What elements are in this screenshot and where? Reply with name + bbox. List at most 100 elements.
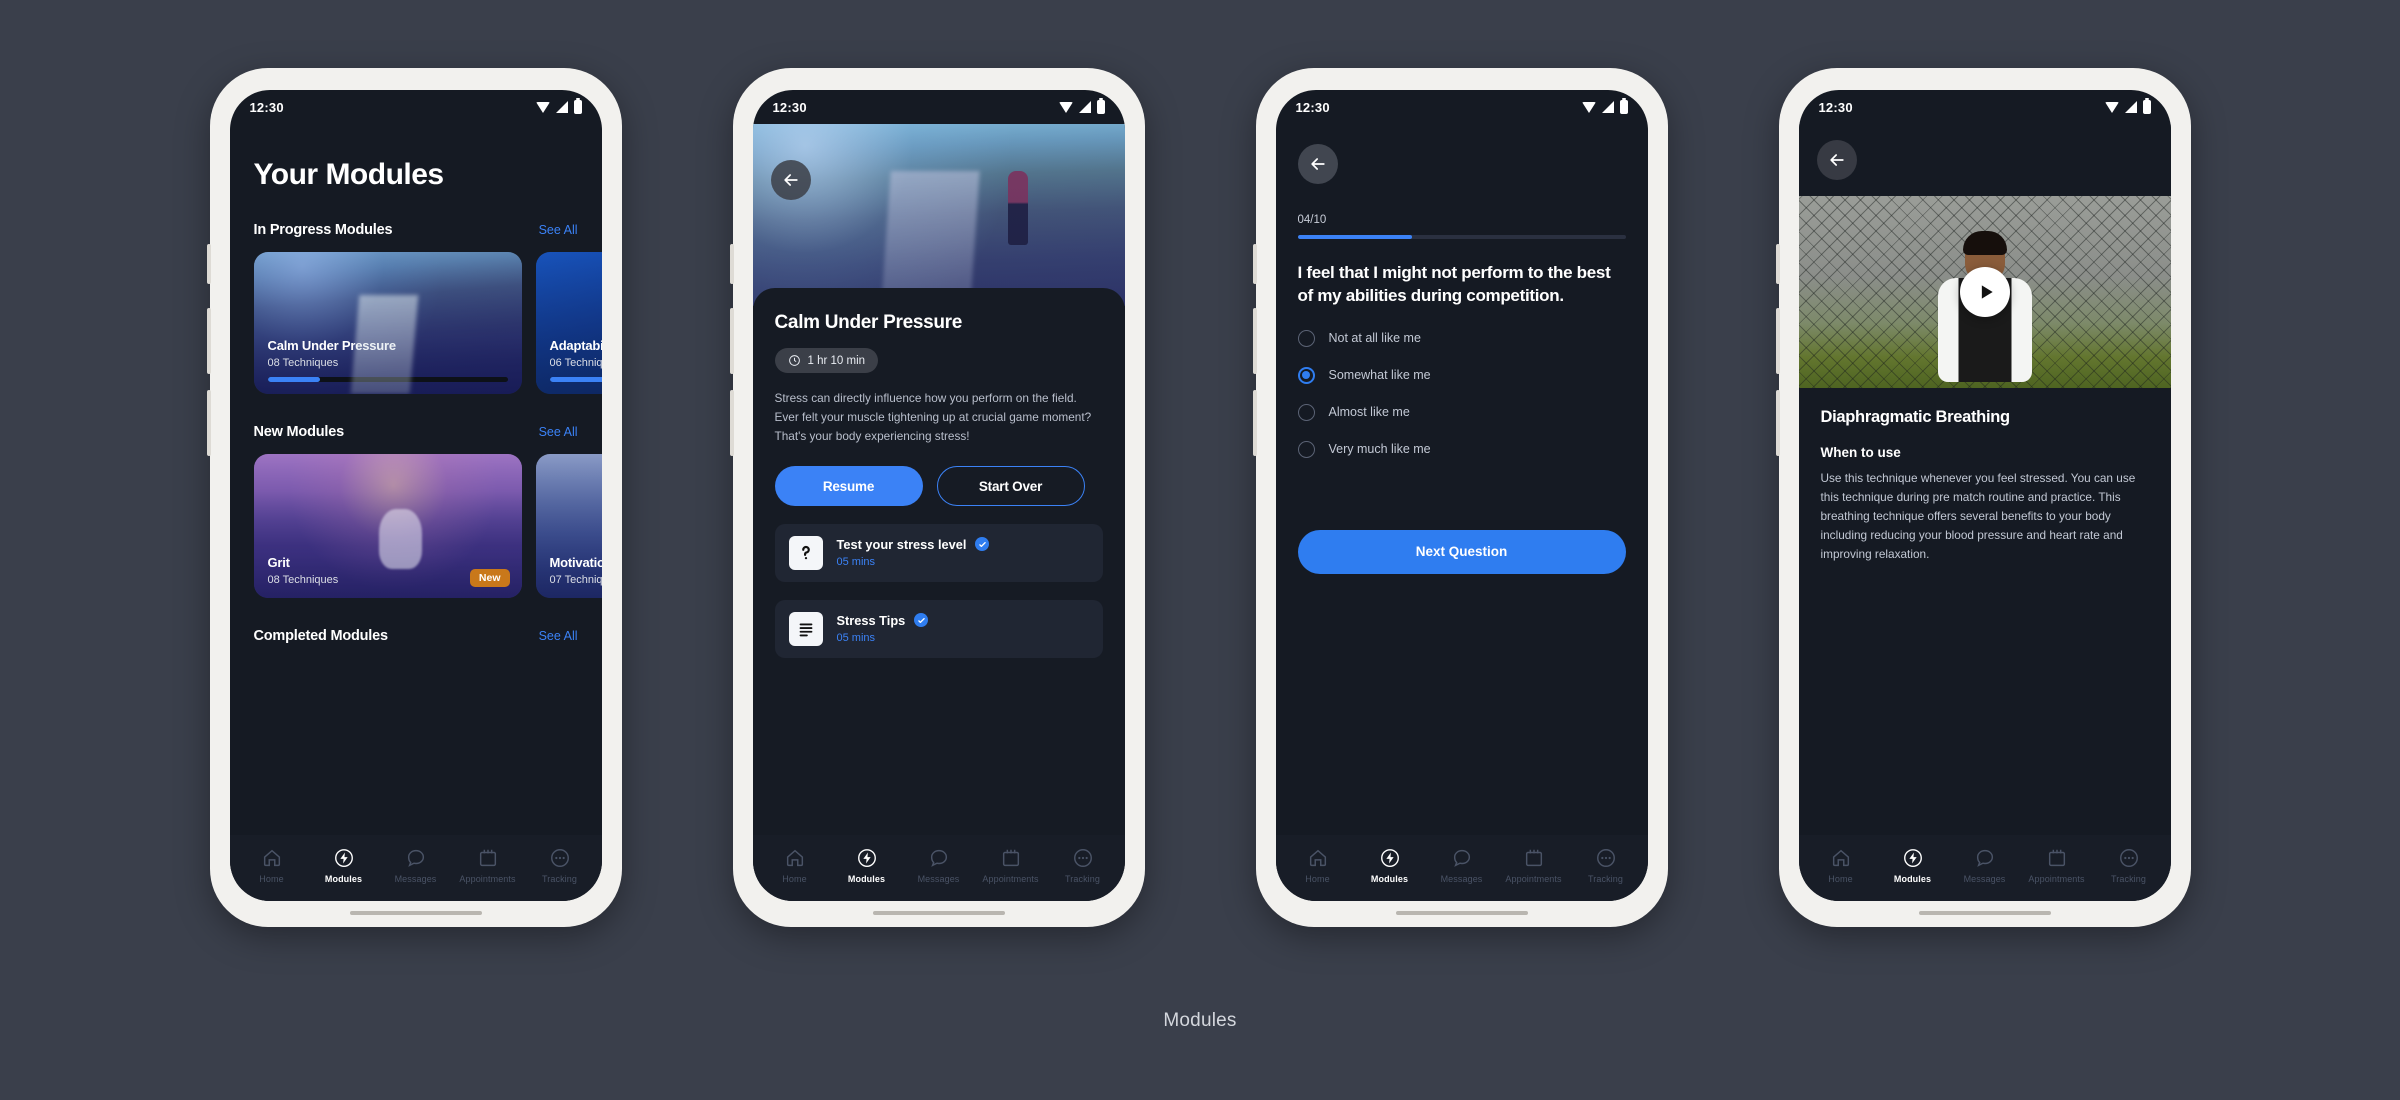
lightning-bolt-icon — [333, 847, 355, 869]
module-card[interactable]: Grit 08 Techniques New — [253, 454, 522, 598]
module-progress-bar — [549, 377, 602, 382]
new-modules-carousel[interactable]: Grit 08 Techniques New Motivation 07 Tec… — [230, 454, 602, 598]
back-button[interactable] — [1816, 140, 1857, 180]
nav-item-appointments[interactable]: Appointments — [1500, 847, 1568, 884]
more-dots-icon — [1595, 847, 1617, 869]
module-card-title: Adaptability — [549, 338, 602, 353]
next-question-button[interactable]: Next Question — [1297, 529, 1626, 574]
duration-chip: 1 hr 10 min — [774, 348, 879, 373]
nav-item-messages[interactable]: Messages — [382, 847, 450, 884]
nav-item-modules[interactable]: Modules — [1879, 847, 1947, 884]
nav-item-modules[interactable]: Modules — [1356, 847, 1424, 884]
lesson-row[interactable]: Stress Tips 05 mins — [774, 600, 1103, 659]
lesson-text: Stress Tips 05 mins — [837, 613, 1089, 646]
radio-button[interactable] — [1297, 329, 1315, 347]
phone-1-modules-list: 12:30 Your Modules In Progress Modules S… — [206, 68, 622, 927]
module-card[interactable]: Motivation 07 Techniques — [535, 454, 602, 598]
nav-label: Messages — [394, 873, 437, 884]
section-title: In Progress Modules — [253, 222, 393, 238]
section-title: Completed Modules — [253, 628, 389, 644]
radio-button[interactable] — [1297, 403, 1315, 421]
back-button[interactable] — [770, 160, 811, 200]
phone-side-button — [729, 390, 734, 456]
action-buttons: Resume Start Over — [774, 466, 1103, 507]
nav-item-messages[interactable]: Messages — [1951, 847, 2019, 884]
module-title: Calm Under Pressure — [774, 312, 963, 333]
answer-option[interactable]: Almost like me — [1297, 394, 1626, 431]
start-over-button[interactable]: Start Over — [936, 466, 1085, 507]
nav-label: Tracking — [2111, 873, 2146, 884]
nav-item-tracking[interactable]: Tracking — [1049, 847, 1117, 884]
nav-item-tracking[interactable]: Tracking — [1572, 847, 1640, 884]
module-card-subtitle: 08 Techniques — [267, 357, 339, 369]
answer-option-selected[interactable]: Somewhat like me — [1297, 357, 1626, 394]
lesson-text: Test your stress level 05 mins — [837, 537, 1089, 570]
technique-description: Use this technique whenever you feel str… — [1820, 471, 2136, 562]
nav-item-messages[interactable]: Messages — [905, 847, 973, 884]
nav-label: Appointments — [459, 873, 516, 884]
module-description: Stress can directly influence how you pe… — [774, 391, 1092, 444]
wifi-icon — [535, 101, 550, 113]
phone-side-button — [1775, 308, 1780, 374]
nav-item-appointments[interactable]: Appointments — [2023, 847, 2091, 884]
status-bar-time: 12:30 — [772, 99, 807, 115]
module-card[interactable]: Adaptability 06 Techniques — [535, 252, 602, 394]
lightning-bolt-icon — [856, 847, 878, 869]
radio-button-selected[interactable] — [1297, 366, 1315, 384]
phone-side-button — [1775, 390, 1780, 456]
document-lines-icon — [788, 612, 823, 647]
section-header-new: New Modules See All — [230, 424, 602, 440]
question-mark-icon — [788, 536, 823, 571]
module-progress-fill — [549, 377, 602, 382]
screen-quiz: 12:30 04/10 I feel that I might not perf… — [1275, 90, 1648, 901]
chat-bubble-icon — [1451, 847, 1473, 869]
resume-button[interactable]: Resume — [774, 466, 923, 507]
lesson-duration: 05 mins — [836, 555, 876, 568]
phone-side-button — [1252, 308, 1257, 374]
status-bar-icons — [2104, 98, 2151, 114]
play-button[interactable] — [1959, 267, 2010, 317]
nav-item-home[interactable]: Home — [761, 847, 829, 884]
nav-item-home[interactable]: Home — [1807, 847, 1875, 884]
nav-label: Modules — [1893, 873, 1932, 884]
see-all-link-completed[interactable]: See All — [539, 629, 578, 643]
module-card[interactable]: Calm Under Pressure 08 Techniques — [253, 252, 522, 394]
nav-item-home[interactable]: Home — [1284, 847, 1352, 884]
nav-item-appointments[interactable]: Appointments — [977, 847, 1045, 884]
nav-item-tracking[interactable]: Tracking — [2095, 847, 2163, 884]
nav-label: Tracking — [542, 873, 577, 884]
status-bar: 12:30 — [230, 90, 602, 124]
back-button[interactable] — [1297, 144, 1338, 184]
page-title: Your Modules — [253, 158, 445, 191]
answer-option[interactable]: Not at all like me — [1297, 320, 1626, 357]
wifi-icon — [1581, 101, 1596, 113]
video-thumbnail[interactable] — [1798, 196, 2171, 388]
nav-item-modules[interactable]: Modules — [310, 847, 378, 884]
duration-label: 1 hr 10 min — [807, 354, 866, 367]
nav-item-appointments[interactable]: Appointments — [454, 847, 522, 884]
bottom-navigation: Home Modules Messages Appointments Track… — [229, 835, 602, 901]
see-all-link-new[interactable]: See All — [539, 425, 578, 439]
nav-item-home[interactable]: Home — [238, 847, 306, 884]
lesson-title: Stress Tips — [836, 612, 906, 628]
card-body: Calm Under Pressure 08 Techniques — [254, 338, 522, 394]
nav-item-tracking[interactable]: Tracking — [526, 847, 594, 884]
subject-hair — [1962, 231, 2007, 256]
lightning-bolt-icon — [1902, 847, 1924, 869]
in-progress-carousel[interactable]: Calm Under Pressure 08 Techniques Adapta… — [230, 252, 602, 394]
radio-button[interactable] — [1297, 440, 1315, 458]
module-card-title: Calm Under Pressure — [267, 338, 397, 353]
nav-item-messages[interactable]: Messages — [1428, 847, 1496, 884]
lesson-row[interactable]: Test your stress level 05 mins — [774, 524, 1103, 583]
module-progress-fill — [267, 377, 321, 382]
nav-label: Messages — [917, 873, 960, 884]
nav-item-modules[interactable]: Modules — [833, 847, 901, 884]
play-icon — [1981, 285, 1993, 299]
module-detail-content: Calm Under Pressure 1 hr 10 min Stress c… — [752, 124, 1125, 835]
chat-bubble-icon — [1974, 847, 1996, 869]
nav-label: Tracking — [1065, 873, 1100, 884]
calendar-icon — [1000, 847, 1022, 869]
see-all-link-in-progress[interactable]: See All — [539, 223, 578, 237]
answer-option[interactable]: Very much like me — [1297, 431, 1626, 468]
phone-side-button — [729, 308, 734, 374]
